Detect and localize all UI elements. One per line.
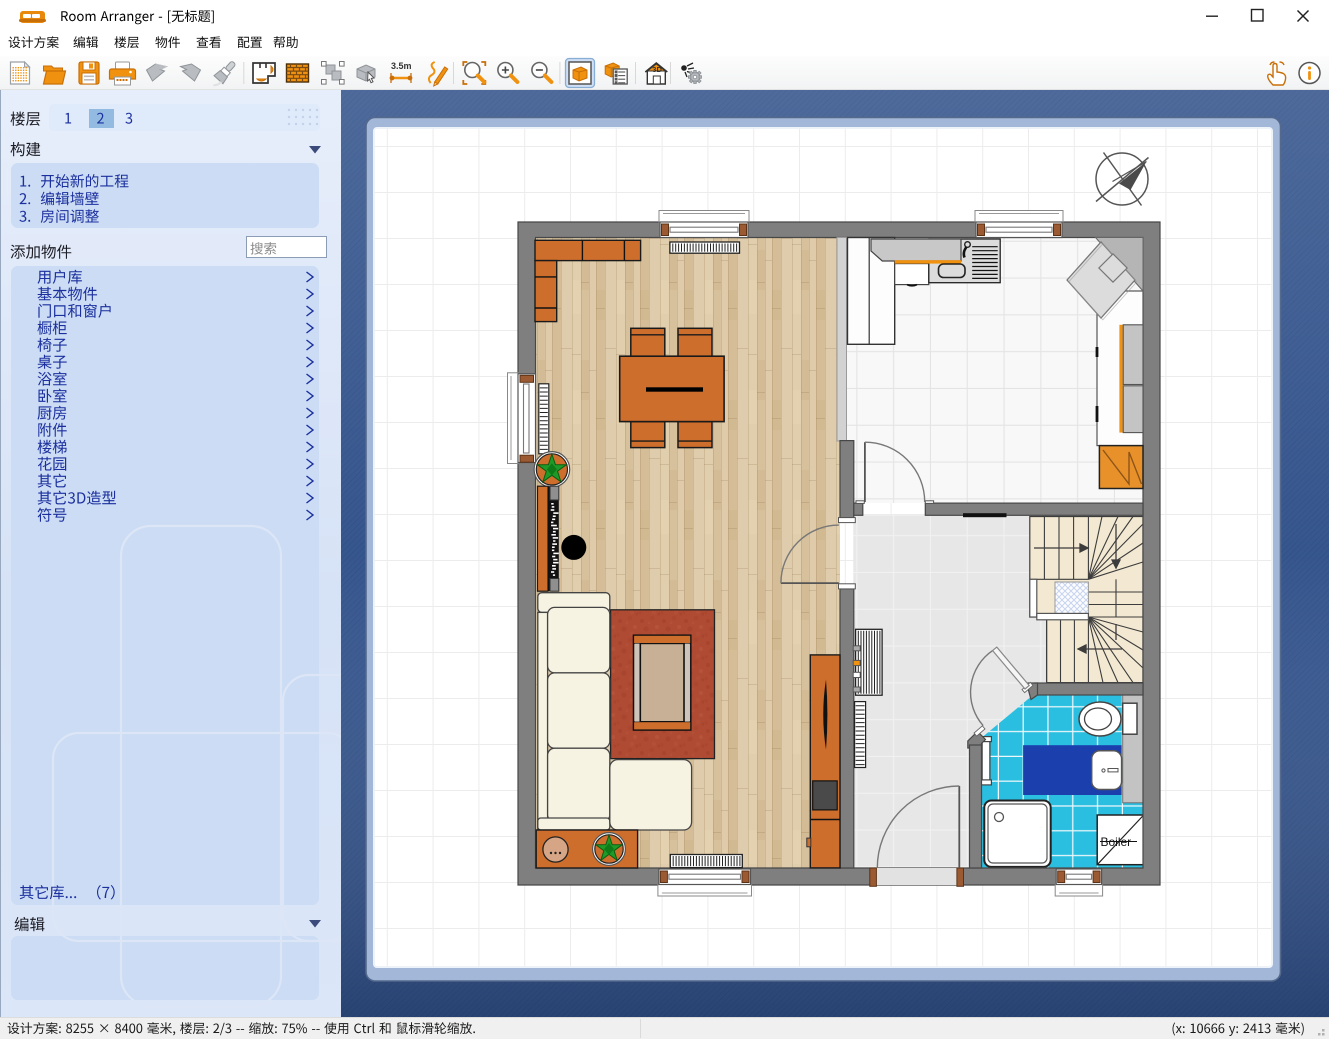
svg-text:3.5m: 3.5m	[391, 61, 412, 71]
svg-text:3D: 3D	[652, 65, 662, 74]
